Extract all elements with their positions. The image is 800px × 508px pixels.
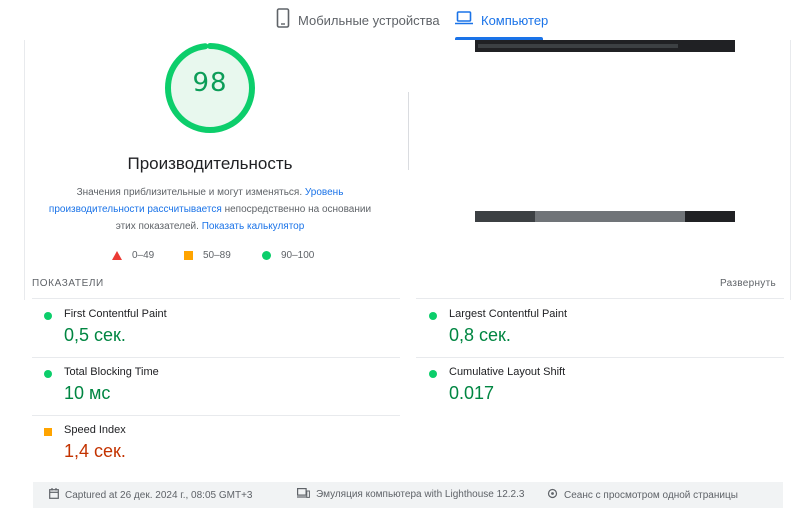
show-calculator-link[interactable]: Показать калькулятор [202, 221, 305, 232]
average-indicator-icon [44, 428, 52, 436]
metrics-header: ПОКАЗАТЕЛИ [32, 278, 104, 289]
legend-range: 90–100 [281, 249, 315, 261]
metric-name: First Contentful Paint [64, 308, 167, 320]
legend-item-average: 50–89 [184, 248, 231, 262]
metric-value: 10 мс [64, 383, 111, 403]
right-border [790, 40, 791, 300]
legend-item-fail: 0–49 [112, 248, 154, 262]
metric-value: 0,8 сек. [449, 325, 511, 345]
footer-session: Сеанс с просмотром одной страницы [547, 488, 738, 502]
page-screenshot-bottom [475, 211, 735, 222]
metric-value: 0,5 сек. [64, 325, 126, 345]
expand-metrics-button[interactable]: Развернуть [720, 278, 776, 289]
legend-range: 0–49 [132, 249, 155, 261]
metric-value: 0.017 [449, 383, 495, 403]
performance-score: 98 [192, 68, 228, 98]
square-icon [184, 250, 193, 260]
metric-name: Cumulative Layout Shift [449, 366, 566, 378]
page-screenshot-top [475, 40, 735, 52]
footer-session-text: Сеанс с просмотром одной страницы [564, 489, 738, 501]
devices-icon [297, 488, 316, 501]
footer-emulation: Эмуляция компьютера with Lighthouse 12.2… [297, 488, 524, 501]
device-tabs: Мобильные устройства Компьютер [0, 0, 800, 40]
footer-emulation-text: Эмуляция компьютера with Lighthouse 12.2… [316, 489, 525, 500]
calendar-icon [49, 488, 65, 502]
performance-title: Производительность [127, 154, 293, 173]
tab-mobile-label: Мобильные устройства [298, 12, 440, 28]
left-border [24, 40, 25, 300]
description-text-1: Значения приблизительные и могут изменят… [76, 187, 305, 198]
metric-name: Total Blocking Time [64, 366, 159, 378]
pass-indicator-icon [429, 312, 437, 320]
legend-item-pass: 90–100 [262, 248, 314, 262]
performance-description: Значения приблизительные и могут изменят… [40, 184, 380, 235]
divider [32, 298, 400, 299]
laptop-icon [455, 10, 473, 30]
triangle-icon [112, 250, 122, 260]
metric-speed-index: Speed Index 1,4 сек. [32, 416, 392, 472]
vertical-divider [408, 92, 409, 170]
smartphone-icon [276, 7, 290, 33]
session-icon [547, 488, 564, 502]
divider [416, 298, 784, 299]
tab-desktop[interactable]: Компьютер [455, 0, 548, 40]
pass-indicator-icon [44, 370, 52, 378]
tab-mobile[interactable]: Мобильные устройства [276, 0, 440, 40]
pass-indicator-icon [429, 370, 437, 378]
metric-cumulative-layout-shift: Cumulative Layout Shift 0.017 [417, 358, 777, 414]
metric-total-blocking-time: Total Blocking Time 10 мс [32, 358, 392, 414]
pass-indicator-icon [44, 312, 52, 320]
footer-captured: Captured at 26 дек. 2024 г., 08:05 GMT+3 [49, 488, 252, 502]
metric-largest-contentful-paint: Largest Contentful Paint 0,8 сек. [417, 300, 777, 356]
metric-name: Largest Contentful Paint [449, 308, 568, 320]
metric-value: 1,4 сек. [64, 441, 126, 461]
metric-first-contentful-paint: First Contentful Paint 0,5 сек. [32, 300, 392, 356]
legend-range: 50–89 [203, 249, 231, 261]
runtime-settings-footer: Captured at 26 дек. 2024 г., 08:05 GMT+3… [33, 482, 783, 508]
footer-captured-text: Captured at 26 дек. 2024 г., 08:05 GMT+3 [65, 489, 253, 501]
metric-name: Speed Index [64, 424, 126, 436]
tab-desktop-label: Компьютер [481, 12, 549, 28]
circle-icon [262, 250, 271, 260]
